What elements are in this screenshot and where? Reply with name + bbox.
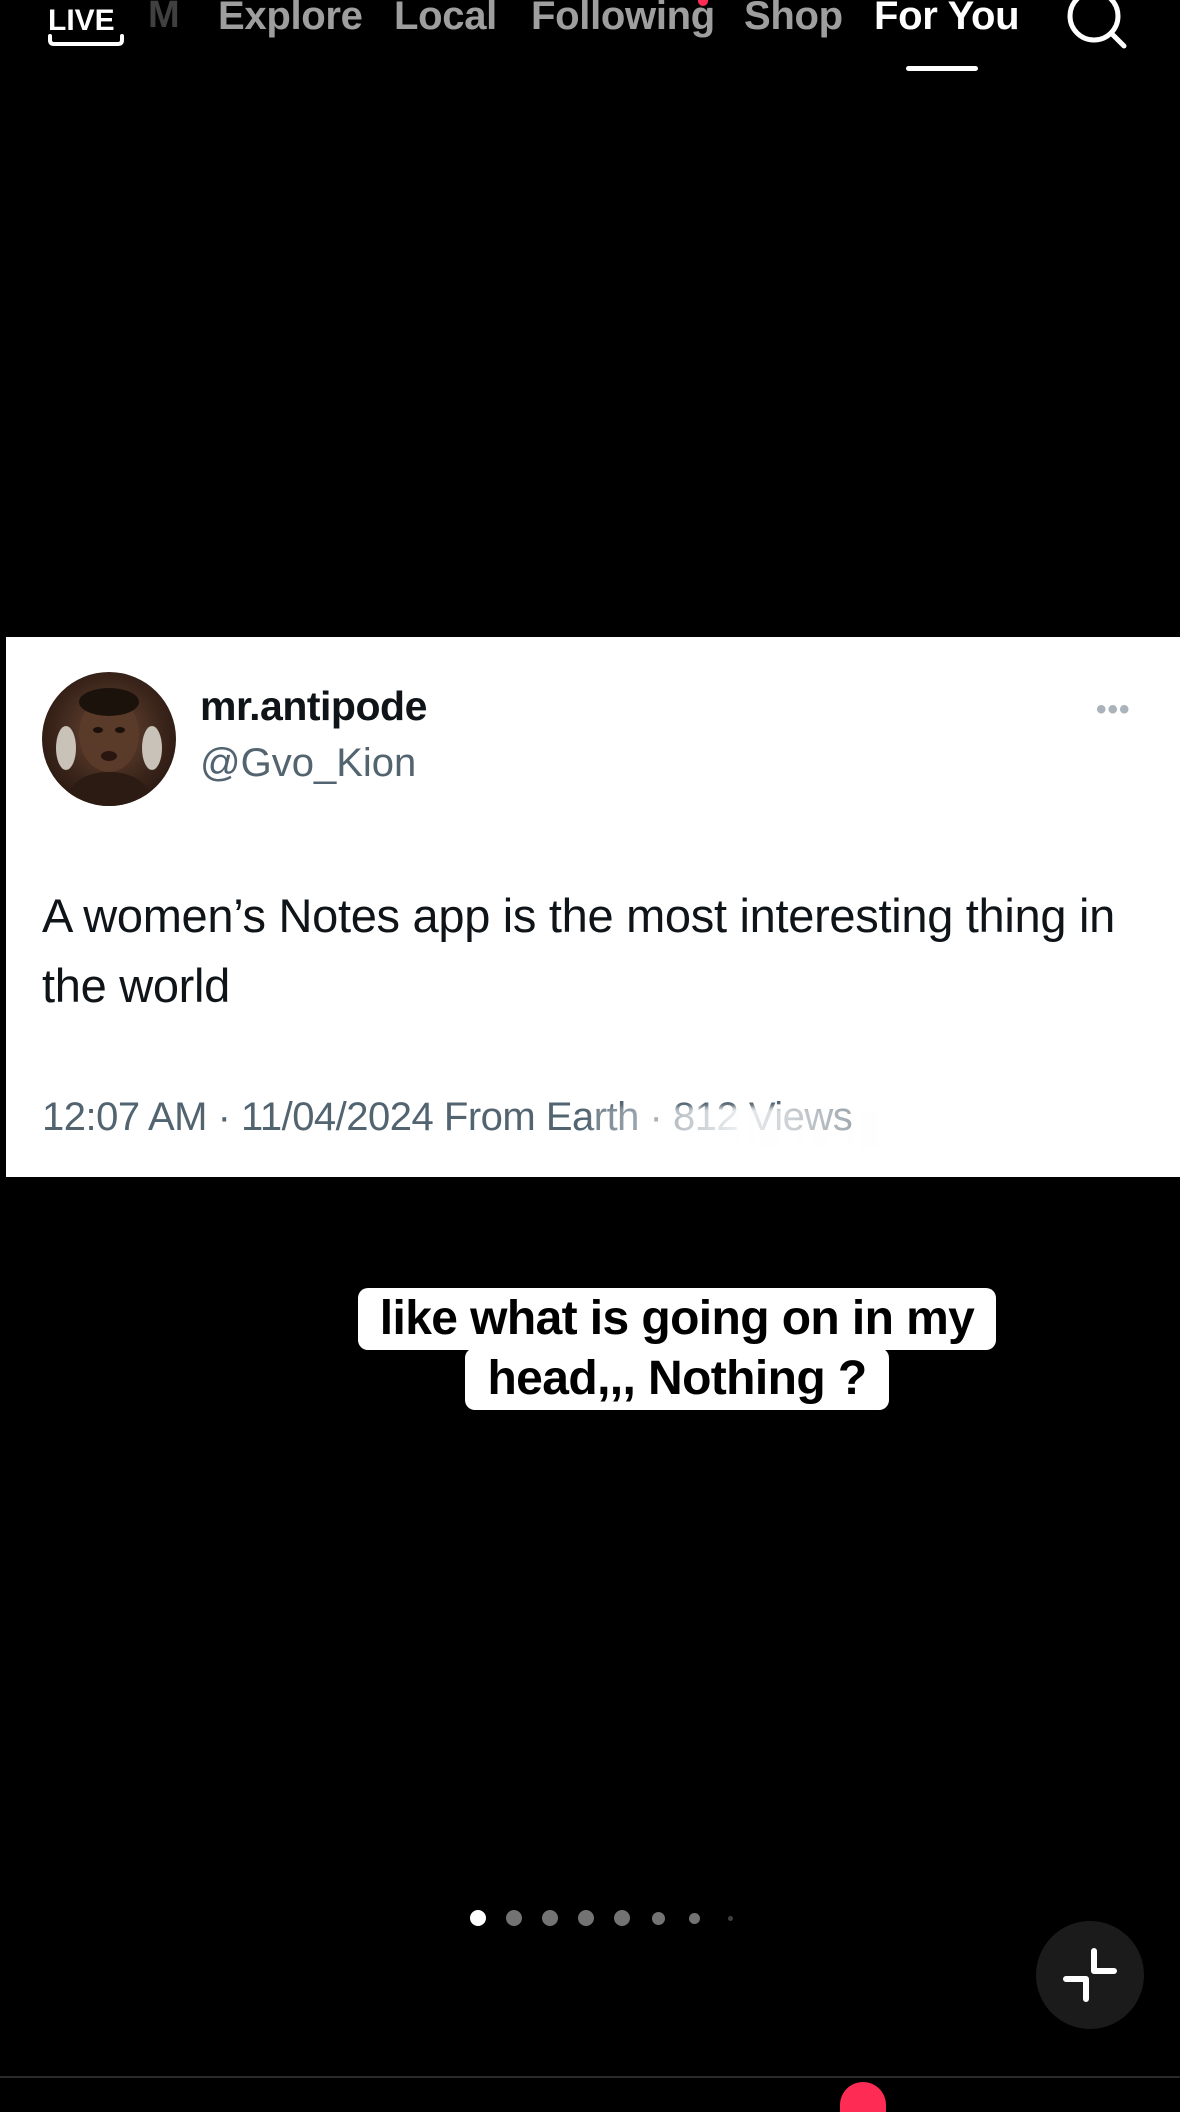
carousel-dot[interactable] bbox=[614, 1910, 630, 1926]
collapse-button[interactable] bbox=[1036, 1921, 1144, 2029]
carousel-dot[interactable] bbox=[688, 1912, 700, 1924]
carousel-dot[interactable] bbox=[506, 1910, 522, 1926]
video-caption: like what is going on in my head,,, Noth… bbox=[336, 1288, 1018, 1410]
tab-following[interactable]: Following bbox=[531, 0, 715, 39]
inbox-badge bbox=[840, 2082, 886, 2112]
tweet-text: A women’s Notes app is the most interest… bbox=[42, 889, 1115, 1012]
user-handle[interactable]: @Gvo_Kion bbox=[200, 741, 416, 786]
watermark bbox=[591, 1107, 891, 1153]
caption-line-1: like what is going on in my bbox=[357, 1288, 997, 1350]
carousel-dot[interactable] bbox=[651, 1911, 665, 1925]
tab-for-you[interactable]: For You bbox=[874, 0, 1020, 39]
carousel-dot[interactable] bbox=[578, 1910, 594, 1926]
live-label: LIVE bbox=[48, 4, 115, 37]
carousel-dot[interactable] bbox=[470, 1910, 486, 1926]
search-button[interactable] bbox=[1060, 0, 1130, 52]
tab-shop[interactable]: Shop bbox=[744, 0, 843, 39]
collapse-icon bbox=[1063, 1948, 1117, 2002]
active-tab-indicator bbox=[906, 66, 978, 71]
tweet-card[interactable]: mr.antipode @Gvo_Kion ••• A women’s Note… bbox=[6, 637, 1180, 1177]
more-horizontal-icon[interactable]: ••• bbox=[1096, 693, 1131, 727]
nav-partial-item[interactable]: M bbox=[148, 0, 180, 37]
display-name[interactable]: mr.antipode bbox=[200, 683, 427, 730]
avatar bbox=[42, 672, 176, 806]
carousel-dot[interactable] bbox=[727, 1915, 733, 1921]
search-icon bbox=[1067, 0, 1127, 49]
bottom-bar-divider bbox=[0, 2076, 1180, 2078]
live-icon[interactable]: LIVE bbox=[44, 0, 128, 48]
carousel-dot[interactable] bbox=[542, 1910, 558, 1926]
tab-explore[interactable]: Explore bbox=[218, 0, 363, 39]
tab-local[interactable]: Local bbox=[394, 0, 497, 39]
caption-line-2: head,,, Nothing ? bbox=[465, 1348, 889, 1410]
top-navigation: LIVE M Explore Local Following Shop For … bbox=[0, 0, 1180, 80]
